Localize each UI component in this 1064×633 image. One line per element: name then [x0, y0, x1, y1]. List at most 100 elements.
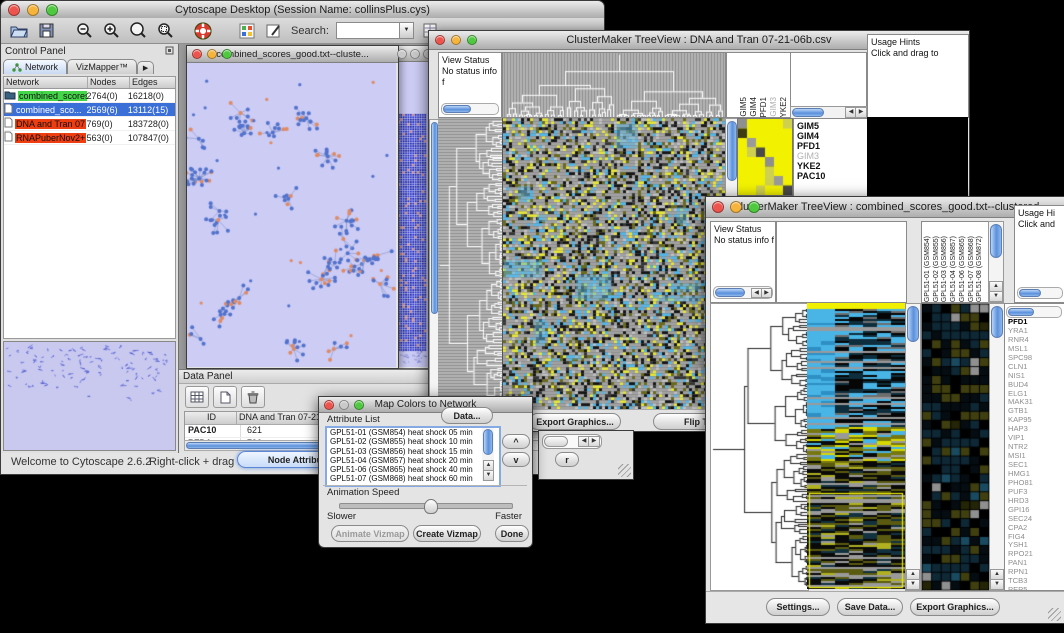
- save-data-fragment-button[interactable]: Data...: [441, 407, 493, 424]
- animation-speed-slider[interactable]: [339, 503, 513, 509]
- gene-label[interactable]: GIM3: [797, 151, 867, 161]
- attribute-list-vscrollbar[interactable]: ▲ ▼: [482, 428, 494, 481]
- minimize-icon[interactable]: [410, 49, 420, 59]
- usage-hints-hscrollbar[interactable]: [1017, 287, 1063, 299]
- table-mode-icon[interactable]: [185, 386, 209, 408]
- node-count: 769(0): [87, 119, 128, 129]
- resize-grip-icon[interactable]: [1048, 608, 1061, 621]
- move-down-button[interactable]: v: [502, 452, 530, 467]
- attribute-list[interactable]: GPL51-01 (GSM854) heat shock 05 minGPL51…: [325, 426, 501, 487]
- treeview1-zoom-matrix[interactable]: [737, 118, 793, 196]
- array-label: GIM5: [739, 97, 748, 117]
- close-icon[interactable]: [435, 35, 445, 45]
- network-table-row[interactable]: DNA and Tran 07769(0)183728(0): [4, 117, 175, 131]
- annotation-icon[interactable]: [264, 21, 284, 41]
- export-graphics-button[interactable]: Export Graphics...: [529, 413, 621, 430]
- treeview2-labels-vscrollbar[interactable]: ▲ ▼: [988, 221, 1004, 303]
- attribute-list-item[interactable]: GPL51-07 (GSM868) heat shock 60 min: [327, 474, 499, 483]
- view-status-hscrollbar[interactable]: [441, 103, 499, 115]
- open-file-icon[interactable]: [9, 21, 29, 41]
- edge-count: 13112(15): [128, 105, 175, 115]
- treeview2-row-dendrogram[interactable]: [710, 303, 809, 591]
- zoom-window-icon[interactable]: [46, 4, 58, 16]
- search-dropdown-icon[interactable]: ▼: [400, 22, 414, 39]
- zoom-window-icon[interactable]: [354, 400, 364, 410]
- network-name: combined_sco...: [15, 105, 83, 115]
- fragment-hscrollbar[interactable]: ◀ ▶: [542, 434, 602, 449]
- done-button[interactable]: Done: [495, 525, 529, 542]
- treeview2-zoom-heatmap[interactable]: [921, 303, 990, 591]
- zoom-fit-icon[interactable]: [128, 21, 148, 41]
- zoom-window-icon[interactable]: [222, 49, 232, 59]
- gene-label[interactable]: PAC10: [797, 171, 867, 181]
- treeview2-heatmap-vscrollbar[interactable]: ▲ ▼: [905, 303, 921, 591]
- resize-grip-icon[interactable]: [618, 464, 631, 477]
- attribute-list-item[interactable]: GPL51-06 (GSM865) heat shock 40 min: [327, 465, 499, 474]
- save-data-button[interactable]: Save Data...: [837, 598, 903, 616]
- treeview1-view-status: View Status No status info f: [438, 52, 502, 118]
- settings-button[interactable]: Settings...: [766, 598, 830, 616]
- gene-label[interactable]: GIM4: [797, 131, 867, 141]
- close-icon[interactable]: [192, 49, 202, 59]
- zoom-window-icon[interactable]: [748, 201, 760, 213]
- network-view-window-1: combined_scores_good.txt--cluste...: [186, 45, 399, 369]
- network-canvas-dense[interactable]: [394, 62, 430, 367]
- minimize-icon[interactable]: [339, 400, 349, 410]
- tab-network[interactable]: Network: [3, 59, 67, 74]
- file-icon: [4, 103, 13, 116]
- treeview1-row-dendrogram[interactable]: [438, 118, 502, 409]
- fragment-button[interactable]: r: [555, 452, 579, 467]
- minimize-icon[interactable]: [730, 201, 742, 213]
- close-icon[interactable]: [397, 49, 407, 59]
- attribute-list-item[interactable]: GPL51-04 (GSM857) heat shock 20 min: [327, 456, 499, 465]
- network-table-row[interactable]: RNAPuberNov2+563(0)107847(0): [4, 131, 175, 145]
- network-name: RNAPuberNov2+: [15, 133, 86, 143]
- save-icon[interactable]: [36, 21, 56, 41]
- zoom-selected-icon[interactable]: [155, 21, 175, 41]
- row-value: 621: [241, 425, 262, 437]
- main-window-title: Cytoscape Desktop (Session Name: collins…: [1, 4, 604, 16]
- network-table-header: Network Nodes Edges: [3, 76, 176, 89]
- treeview2-heatmap[interactable]: [807, 303, 905, 589]
- attribute-list-item[interactable]: GPL51-03 (GSM856) heat shock 15 min: [327, 447, 499, 456]
- zoom-window-icon[interactable]: [467, 35, 477, 45]
- attribute-list-item[interactable]: GPL51-01 (GSM854) heat shock 05 min: [327, 428, 499, 437]
- column-label: GPL51-01 (GSM854): [924, 236, 933, 302]
- create-vizmap-button[interactable]: Create Vizmap: [413, 525, 481, 542]
- zoom-out-icon[interactable]: [74, 21, 94, 41]
- attribute-list-item[interactable]: GPL51-02 (GSM855) heat shock 10 min: [327, 437, 499, 446]
- main-titlebar[interactable]: Cytoscape Desktop (Session Name: collins…: [1, 1, 604, 19]
- treeview1-heatmap[interactable]: [502, 118, 725, 409]
- attribute-browser-icon[interactable]: [237, 21, 257, 41]
- close-icon[interactable]: [712, 201, 724, 213]
- minimize-icon[interactable]: [207, 49, 217, 59]
- network-table: combined_scores2764(0)16218(0)combined_s…: [3, 89, 176, 339]
- search-input[interactable]: [336, 22, 400, 39]
- delete-attribute-icon[interactable]: [241, 386, 265, 408]
- minimize-icon[interactable]: [27, 4, 39, 16]
- move-up-button[interactable]: ^: [502, 434, 530, 449]
- gene-list-hscrollbar[interactable]: [1006, 306, 1062, 318]
- gene-label[interactable]: YKE2: [797, 161, 867, 171]
- new-attribute-icon[interactable]: [213, 386, 237, 408]
- tab-more-arrow[interactable]: ▶: [137, 61, 154, 74]
- network-view-window-2: [393, 45, 433, 369]
- gene-label[interactable]: GIM5: [797, 121, 867, 131]
- export-graphics-button[interactable]: Export Graphics...: [910, 598, 1000, 616]
- close-icon[interactable]: [324, 400, 334, 410]
- network-table-row[interactable]: combined_sco...2569(6)13112(15): [4, 103, 175, 117]
- close-icon[interactable]: [8, 4, 20, 16]
- network-table-row[interactable]: combined_scores2764(0)16218(0): [4, 89, 175, 103]
- animate-vizmap-button[interactable]: Animate Vizmap: [331, 525, 409, 542]
- network-canvas[interactable]: [187, 63, 396, 367]
- treeview2-gene-list[interactable]: PFD1YRA1RNR4MSL1SPC98CLN1NIS1BUD4ELG1MAK…: [1004, 303, 1064, 591]
- minimize-icon[interactable]: [451, 35, 461, 45]
- gene-label[interactable]: PFD1: [797, 141, 867, 151]
- view-status-hscrollbar[interactable]: ◀ ▶: [713, 286, 773, 299]
- attribute-list-label: Attribute List: [327, 414, 380, 425]
- tab-vizmapper[interactable]: VizMapper™: [67, 59, 137, 74]
- treeview2-zoom-vscrollbar[interactable]: ▲ ▼: [989, 303, 1005, 591]
- zoom-in-icon[interactable]: [101, 21, 121, 41]
- help-lifering-icon[interactable]: [193, 21, 213, 41]
- treeview1-column-dendrogram[interactable]: [502, 52, 726, 118]
